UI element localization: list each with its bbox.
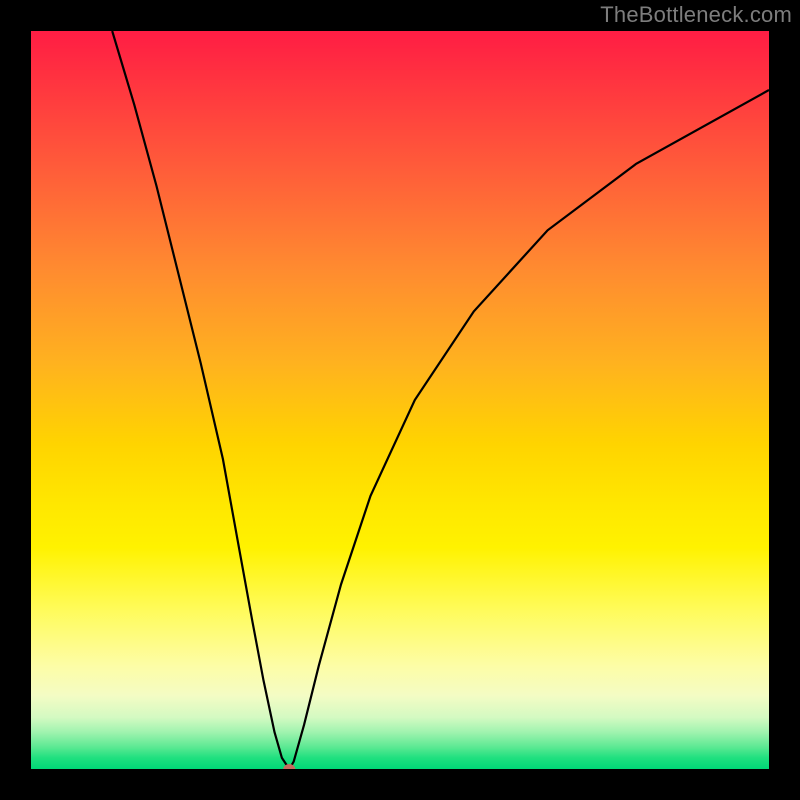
- bottleneck-curve: [112, 31, 769, 769]
- watermark-text: TheBottleneck.com: [600, 2, 792, 28]
- plot-area: [31, 31, 769, 769]
- minimum-marker: [283, 764, 295, 769]
- chart-svg: [31, 31, 769, 769]
- chart-frame: TheBottleneck.com: [0, 0, 800, 800]
